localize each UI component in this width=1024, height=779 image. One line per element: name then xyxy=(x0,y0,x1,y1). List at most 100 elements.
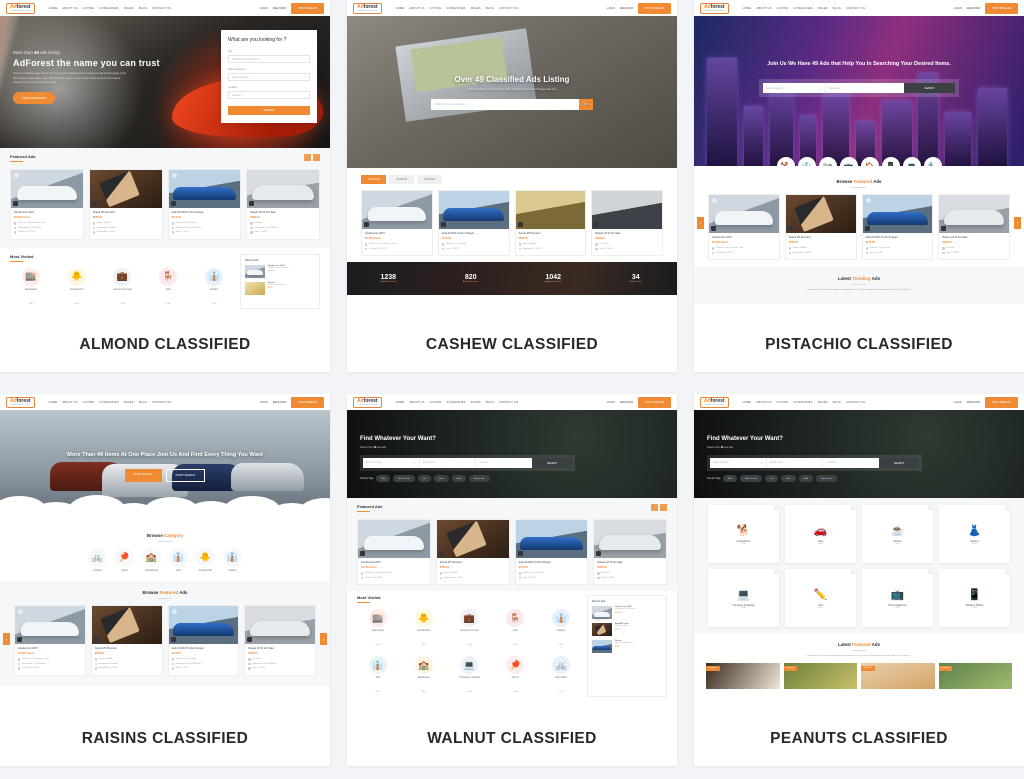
ad-card[interactable]: Nissan GT-R For Sale $280.00 For Sale Islam… xyxy=(246,169,320,240)
category-circle-jobs[interactable]: 👔 xyxy=(797,157,816,166)
nav-item-categories[interactable]: CATEGORIES xyxy=(99,401,118,404)
category-circle-animals[interactable]: 🐕 xyxy=(776,157,795,166)
post-free-ad-button[interactable]: POST FREE AD xyxy=(291,2,324,14)
search-submit-button[interactable]: SEARCH xyxy=(228,106,310,115)
recent-ad-item[interactable]: Audi A6 Turbo Karachi, Clifton $170 xyxy=(592,623,662,637)
tag-car[interactable]: Car xyxy=(764,475,779,482)
tab-random[interactable]: RANDOM xyxy=(389,175,415,184)
register-link[interactable]: REGISTER xyxy=(620,401,633,404)
recent-ad-item[interactable]: Honda civic 2007 Islamabad, G-11 Markaz $4… xyxy=(592,606,662,620)
favorite-icon[interactable] xyxy=(712,198,717,203)
search-category-select[interactable]: Select Location xyxy=(228,73,310,81)
featured-ads-pager[interactable] xyxy=(304,154,320,161)
tag-bike[interactable]: Bike xyxy=(376,475,391,482)
tag-bike[interactable]: Bike xyxy=(723,475,738,482)
hero-location-input[interactable]: Location... xyxy=(823,458,880,468)
nav-item-contact[interactable]: CONTACT US xyxy=(499,401,518,404)
category-item[interactable]: 🚲 More Bikes 1 Ad xyxy=(540,656,582,697)
nav-item-home[interactable]: HOME xyxy=(49,401,58,404)
nav-item-blog[interactable]: BLOG xyxy=(486,401,494,404)
nav-item-pages[interactable]: PAGES xyxy=(471,401,481,404)
tab-popular[interactable]: POPULAR xyxy=(361,175,387,184)
nav-item-home[interactable]: HOME xyxy=(396,401,405,404)
tab-near-me[interactable]: NEAR ME xyxy=(417,175,442,184)
demo-card-almond[interactable]: Adforest CLASSIFIED ADS HOME ABOUT US LI… xyxy=(0,0,330,372)
category-cell-fashion[interactable]: 👗 Fashion 5 Ads xyxy=(939,505,1010,564)
recent-ad-item[interactable]: Honda civic 2007 Islamabad, G-11 Markaz $4… xyxy=(245,264,315,278)
nav-item-about[interactable]: ABOUT US xyxy=(409,401,424,404)
ad-card[interactable]: Xperia Z5 Premium $580.00 Sports, Mobile Se… xyxy=(784,194,857,261)
category-item[interactable]: 💼 Games & Console 2 Ads xyxy=(102,267,144,309)
category-cell-animals[interactable]: 🐕 Animals/Pets 4 Ads xyxy=(708,505,779,564)
logo[interactable]: Adforest CLASSIFIED ADS xyxy=(353,2,382,14)
nav-item-listing[interactable]: LISTING xyxy=(83,401,95,404)
featured-ads-pager[interactable] xyxy=(651,504,667,511)
nav-item-about[interactable]: ABOUT US xyxy=(62,401,77,404)
category-cell-home-appliances[interactable]: 📺 Home Appliances 4 Ads xyxy=(862,569,933,628)
category-item-fashion[interactable]: 👔 Fashion xyxy=(223,548,242,572)
ad-card[interactable]: Honda civic 2007 $4,500 Fixed Vehicles, Ca… xyxy=(708,194,780,261)
register-link[interactable]: REGISTER xyxy=(273,7,286,10)
ad-card[interactable]: Nissan GT-R For Sale $280.00 For Sale Islam… xyxy=(244,605,316,676)
tag-house-sale[interactable]: House Sale xyxy=(468,475,490,482)
recent-ad-item[interactable]: Nissan Lahore, DHA Phase 5 $280 xyxy=(245,281,315,295)
nav-item-home[interactable]: HOME xyxy=(743,401,752,404)
ad-card[interactable]: Honda civic 2007 $4,500 Fixed Vehicles, Ca… xyxy=(361,190,433,257)
category-circle-appliance[interactable]: 📺 xyxy=(839,157,858,166)
category-cell-mobile[interactable]: 📱 Mobile & Tablets 7 Ads xyxy=(939,569,1010,628)
demo-card-walnut[interactable]: Adforest CLASSIFIED ADS HOME ABOUT US LI… xyxy=(347,394,677,766)
post-free-ad-button[interactable]: POST FREE AD xyxy=(291,396,324,408)
nav-item-pages[interactable]: PAGES xyxy=(818,401,828,404)
tag-bike-for-sale[interactable]: Bike for sale xyxy=(740,475,762,482)
ad-card[interactable]: Nissan GT-R For Sale $280.00 For Sale June … xyxy=(591,190,663,257)
category-circle-camera[interactable]: 📷 xyxy=(818,157,837,166)
hero-category-select[interactable]: Select Category xyxy=(710,458,767,468)
ad-card[interactable]: Honda civic 2007 $4,500 Fixed Vehicles, Ca… xyxy=(10,169,84,240)
hero-location-input[interactable]: Location... xyxy=(476,458,533,468)
nav-item-pages[interactable]: PAGES xyxy=(124,401,134,404)
latest-ad-item[interactable]: Featured xyxy=(783,662,857,689)
nav-item-contact[interactable]: CONTACT US xyxy=(846,7,865,10)
logo[interactable]: Adforest CLASSIFIED ADS xyxy=(6,396,35,408)
nav-item-categories[interactable]: CATEGORIES xyxy=(446,7,465,10)
carousel-next-button[interactable]: › xyxy=(320,633,327,646)
tag-car[interactable]: Car xyxy=(417,475,432,482)
latest-ad-item[interactable]: Featured xyxy=(861,662,935,689)
category-item[interactable]: 👔 Jobs 2 Ads xyxy=(357,656,399,697)
hero-search-button[interactable]: SEARCH xyxy=(903,83,955,94)
hero-cta-button[interactable]: VIEW MORE ADS xyxy=(13,91,56,104)
favorite-icon[interactable] xyxy=(171,609,177,614)
category-circle-real-estate[interactable]: 🏠 xyxy=(860,157,879,166)
nav-item-blog[interactable]: BLOG xyxy=(833,7,841,10)
tag-audi[interactable]: Audi xyxy=(451,475,466,482)
register-link[interactable]: REGISTER xyxy=(967,7,980,10)
demo-card-raisins[interactable]: Adforest CLASSIFIED ADS HOME ABOUT US LI… xyxy=(0,394,330,766)
recent-ad-item[interactable]: Nissan Lahore, DHA Phase 5 $280 xyxy=(592,640,662,654)
ad-card[interactable]: Nissan GT-R For Sale $280.00 For Sale June … xyxy=(593,519,667,586)
favorite-icon[interactable] xyxy=(171,173,177,178)
demo-card-pistachio[interactable]: Adforest CLASSIFIED ADS HOME ABOUT US LI… xyxy=(694,0,1024,372)
nav-item-about[interactable]: ABOUT US xyxy=(62,7,77,10)
ad-card[interactable]: Xperia Z5 Premium $580.00 Sports, Mobile Ra… xyxy=(90,605,163,676)
ad-card[interactable]: Audi A6 With Turbo Charger $170.00 Vehicle… xyxy=(514,519,589,586)
hero-category-select[interactable]: Select Category xyxy=(763,83,826,94)
hero-search-button[interactable]: SEARCH xyxy=(532,458,573,468)
login-link[interactable]: LOGIN xyxy=(954,7,962,10)
category-item[interactable]: 💻 Computer & Laptops 6 Ads xyxy=(449,656,491,697)
search-title-input[interactable]: What are you looking for?... xyxy=(228,55,310,63)
favorite-icon[interactable] xyxy=(18,609,23,614)
category-item-animals[interactable]: 🐥 Animals Pets xyxy=(196,548,215,572)
favorite-icon[interactable] xyxy=(865,198,871,203)
ad-card[interactable]: Nissan GT-R For Sale $280.00 For Sale June … xyxy=(938,194,1010,261)
category-circle-tools[interactable]: 🔧 xyxy=(923,157,942,166)
nav-item-contact[interactable]: CONTACT US xyxy=(152,7,171,10)
nav-item-blog[interactable]: BLOG xyxy=(139,401,147,404)
category-item[interactable]: 🪑 Cars 8 Ads xyxy=(494,609,536,650)
nav-item-pages[interactable]: PAGES xyxy=(471,7,481,10)
ad-card[interactable]: Audi A6 With Turbo Charger $170.00 Vehicle… xyxy=(437,190,510,257)
post-free-ad-button[interactable]: POST FREE AD xyxy=(638,396,671,408)
nav-item-contact[interactable]: CONTACT US xyxy=(499,7,518,10)
nav-item-categories[interactable]: CATEGORIES xyxy=(446,401,465,404)
hero-keyword-input[interactable]: Keywords... xyxy=(825,83,904,94)
demo-card-cashew[interactable]: Adforest CLASSIFIED ADS HOME ABOUT US LI… xyxy=(347,0,677,372)
